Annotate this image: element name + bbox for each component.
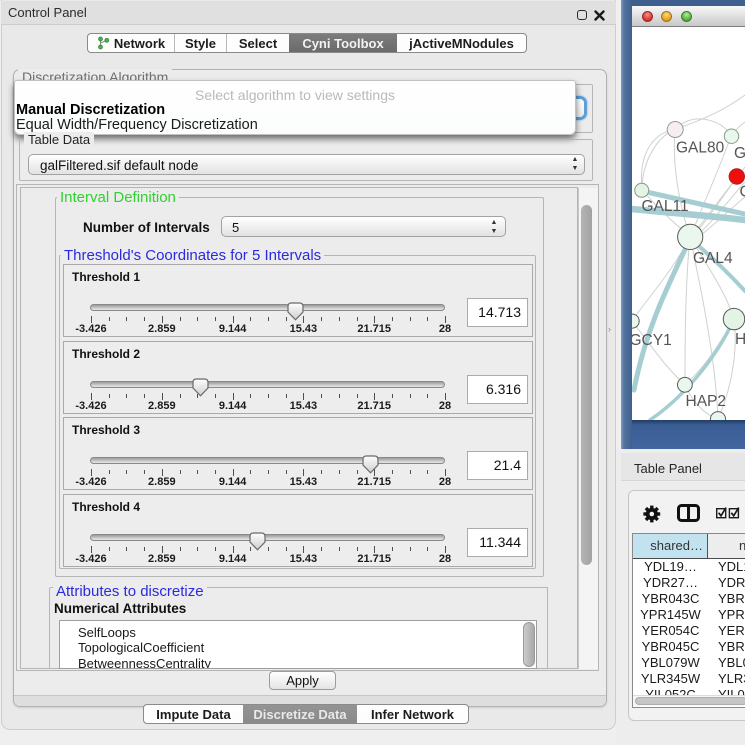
svg-text:GCY1: GCY1 bbox=[632, 332, 672, 349]
svg-text:HAP2: HAP2 bbox=[686, 393, 727, 410]
svg-text:GAL4: GAL4 bbox=[693, 250, 733, 267]
svg-text:GA: GA bbox=[734, 145, 745, 162]
svg-text:GAL80: GAL80 bbox=[676, 140, 725, 157]
svg-text:GAL11: GAL11 bbox=[642, 198, 689, 215]
svg-text:H: H bbox=[735, 331, 745, 348]
svg-text:C: C bbox=[740, 184, 745, 201]
